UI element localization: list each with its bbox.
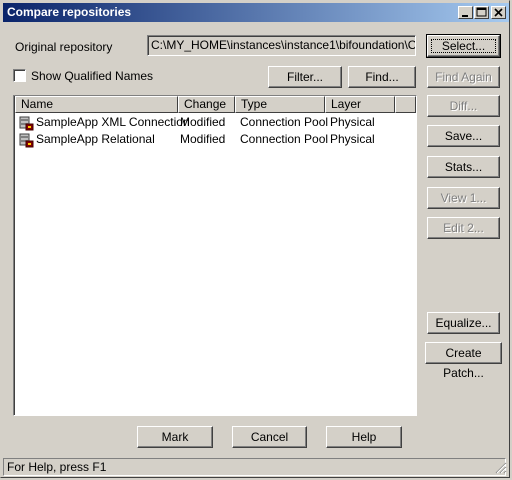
row-name: SampleApp Relational xyxy=(36,132,155,146)
find-button[interactable]: Find... xyxy=(348,66,416,88)
mark-button[interactable]: Mark xyxy=(137,426,213,448)
status-text: For Help, press F1 xyxy=(3,458,506,476)
diff-button[interactable]: Diff... xyxy=(427,95,500,117)
title-bar[interactable]: Compare repositories xyxy=(3,3,509,22)
edit-2-button[interactable]: Edit 2... xyxy=(427,217,500,239)
view-1-button[interactable]: View 1... xyxy=(427,187,500,209)
help-button[interactable]: Help xyxy=(326,426,402,448)
show-qualified-names-label: Show Qualified Names xyxy=(31,69,154,83)
save-button[interactable]: Save... xyxy=(427,125,500,147)
show-qualified-names-checkbox[interactable] xyxy=(13,69,26,82)
connection-pool-icon xyxy=(19,116,34,131)
column-header-blank xyxy=(395,96,416,113)
row-layer: Physical xyxy=(330,132,375,146)
status-bar: For Help, press F1 xyxy=(3,458,509,477)
close-icon xyxy=(494,8,503,17)
row-change: Modified xyxy=(180,132,226,146)
column-header-layer[interactable]: Layer xyxy=(325,96,395,113)
minimize-button[interactable] xyxy=(458,6,473,19)
column-header-change[interactable]: Change xyxy=(178,96,235,113)
row-type: Connection Pool xyxy=(240,132,329,146)
select-button[interactable]: Select... xyxy=(426,34,501,58)
resize-grip-icon[interactable] xyxy=(495,462,507,474)
minimize-icon xyxy=(462,15,468,17)
column-header-type[interactable]: Type xyxy=(235,96,325,113)
row-name: SampleApp XML Connection xyxy=(36,115,190,129)
compare-repositories-window: Compare repositories Original repository… xyxy=(0,0,510,478)
create-patch-button[interactable]: Create Patch... xyxy=(425,342,502,380)
equalize-button[interactable]: Equalize... xyxy=(427,312,500,334)
filter-button[interactable]: Filter... xyxy=(268,66,342,88)
connection-pool-icon xyxy=(19,133,34,148)
original-repository-label: Original repository xyxy=(15,40,113,54)
row-change: Modified xyxy=(180,115,226,129)
window-title: Compare repositories xyxy=(7,5,132,19)
find-again-button[interactable]: Find Again xyxy=(427,66,500,88)
original-repository-path: C:\MY_HOME\instances\instance1\bifoundat… xyxy=(147,35,416,56)
differences-list[interactable]: Name Change Type Layer SampleApp XML Con… xyxy=(13,95,417,416)
maximize-icon xyxy=(476,7,487,17)
cancel-button[interactable]: Cancel xyxy=(232,426,307,448)
row-layer: Physical xyxy=(330,115,375,129)
row-type: Connection Pool xyxy=(240,115,329,129)
stats-button[interactable]: Stats... xyxy=(427,156,500,178)
table-row[interactable]: SampleApp Relational Modified Connection… xyxy=(16,131,400,148)
table-row[interactable]: SampleApp XML Connection Modified Connec… xyxy=(16,114,400,131)
column-header-name[interactable]: Name xyxy=(15,96,178,113)
maximize-button[interactable] xyxy=(474,6,489,19)
close-button[interactable] xyxy=(491,6,506,19)
